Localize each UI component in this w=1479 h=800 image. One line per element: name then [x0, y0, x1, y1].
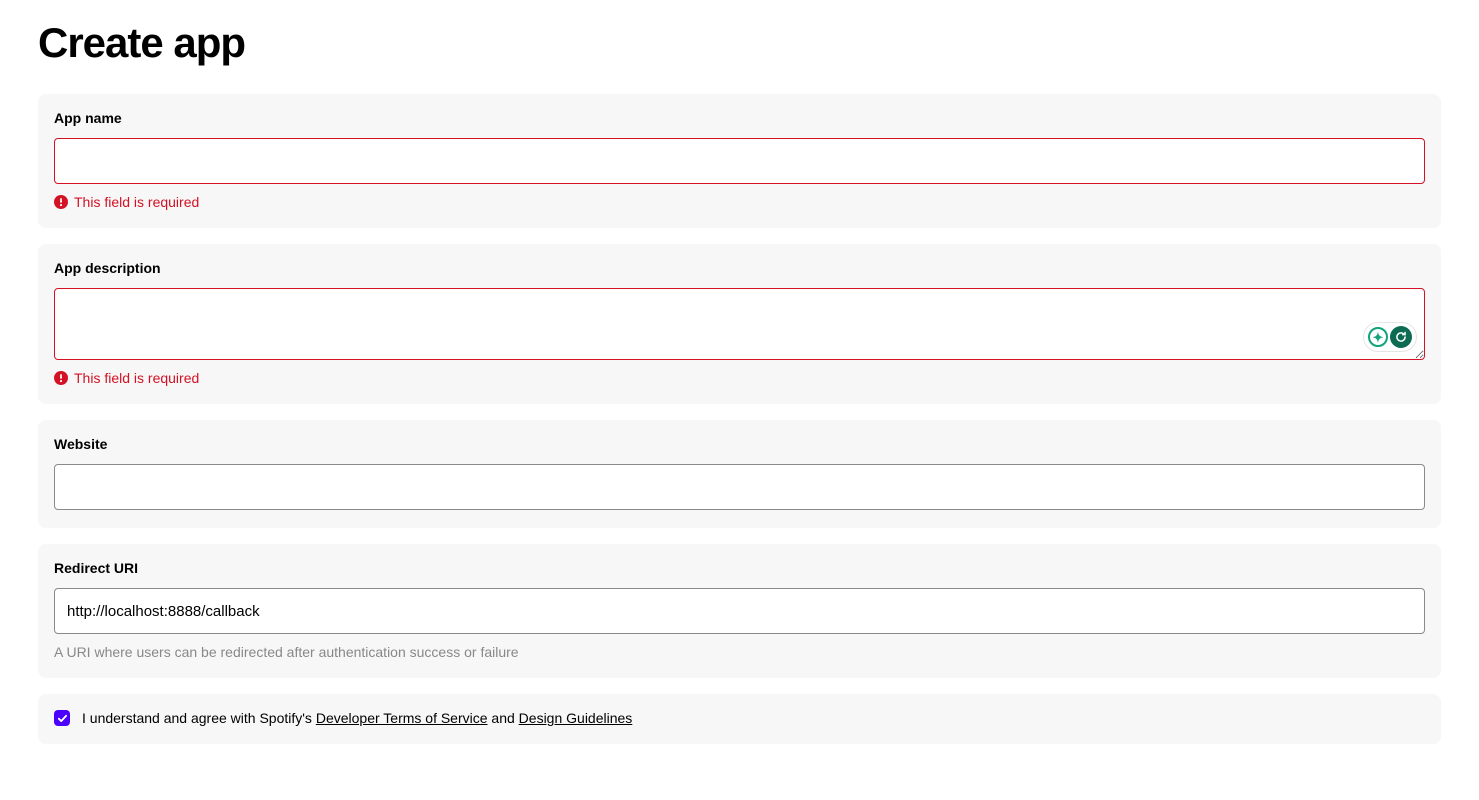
app-description-error: This field is required — [54, 370, 1425, 386]
section-website: Website — [38, 420, 1441, 528]
website-input[interactable] — [54, 464, 1425, 510]
redirect-uri-help: A URI where users can be redirected afte… — [54, 644, 1425, 660]
check-icon — [57, 713, 68, 724]
error-icon — [54, 195, 68, 209]
agreement-text: I understand and agree with Spotify's De… — [82, 710, 632, 726]
section-app-description: App description ✦ This field is required — [38, 244, 1441, 404]
website-label: Website — [54, 436, 1425, 452]
page-title: Create app — [38, 20, 1441, 66]
app-name-error: This field is required — [54, 194, 1425, 210]
grammarly-widget[interactable]: ✦ — [1363, 322, 1417, 352]
app-description-input[interactable] — [54, 288, 1425, 360]
grammarly-add-icon: ✦ — [1368, 327, 1388, 347]
section-app-name: App name This field is required — [38, 94, 1441, 228]
app-description-label: App description — [54, 260, 1425, 276]
link-design-guidelines[interactable]: Design Guidelines — [519, 710, 633, 726]
app-name-label: App name — [54, 110, 1425, 126]
link-developer-terms[interactable]: Developer Terms of Service — [316, 710, 488, 726]
agreement-mid: and — [488, 710, 519, 726]
grammarly-g-icon — [1390, 326, 1412, 348]
section-redirect-uri: Redirect URI A URI where users can be re… — [38, 544, 1441, 678]
section-agreement: I understand and agree with Spotify's De… — [38, 694, 1441, 744]
error-icon — [54, 371, 68, 385]
redirect-uri-input[interactable] — [54, 588, 1425, 634]
app-name-input[interactable] — [54, 138, 1425, 184]
agreement-checkbox[interactable] — [54, 710, 70, 726]
redirect-uri-label: Redirect URI — [54, 560, 1425, 576]
agreement-prefix: I understand and agree with Spotify's — [82, 710, 316, 726]
app-name-error-text: This field is required — [74, 194, 199, 210]
app-description-error-text: This field is required — [74, 370, 199, 386]
